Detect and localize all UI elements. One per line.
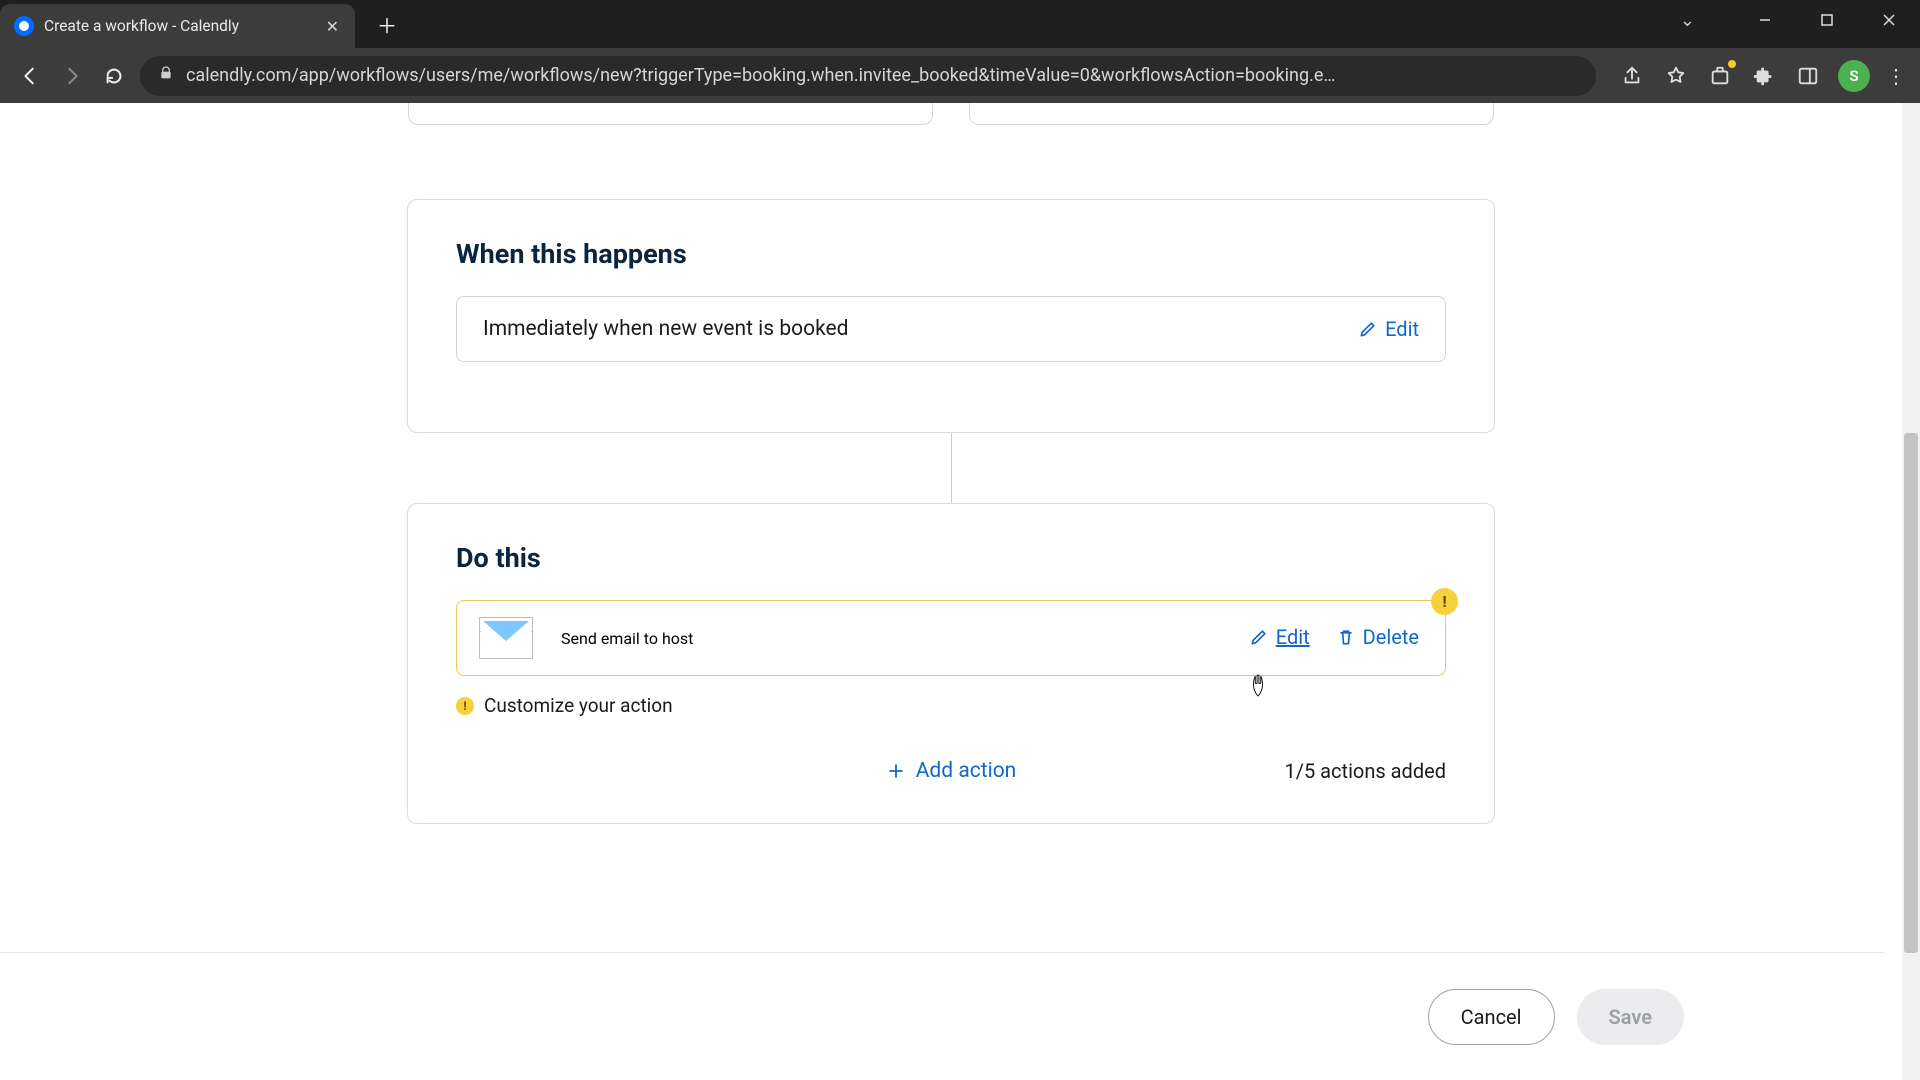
new-tab-button[interactable]: ＋	[369, 6, 405, 42]
close-tab-icon[interactable]: ✕	[322, 15, 343, 38]
window-maximize-button[interactable]	[1796, 0, 1858, 40]
save-button: Save	[1577, 989, 1684, 1045]
lock-icon	[158, 65, 174, 86]
action-delete-label: Delete	[1363, 625, 1419, 649]
scrollbar-thumb[interactable]	[1904, 433, 1918, 953]
save-label: Save	[1609, 1005, 1652, 1029]
browser-tab[interactable]: Create a workflow - Calendly ✕	[0, 4, 355, 48]
warning-dot-icon: !	[456, 697, 474, 715]
trigger-edit-label: Edit	[1385, 317, 1419, 341]
partial-card-right	[969, 103, 1494, 125]
window-controls	[1734, 0, 1920, 40]
connector-line	[951, 433, 952, 503]
action-item-label: Send email to host	[561, 629, 693, 648]
action-section-title: Do this	[456, 542, 1446, 574]
partial-card-left	[408, 103, 933, 125]
customize-row: ! Customize your action	[456, 694, 1446, 717]
pencil-icon	[1358, 319, 1378, 339]
browser-toolbar: calendly.com/app/workflows/users/me/work…	[0, 48, 1920, 103]
window-minimize-button[interactable]	[1734, 0, 1796, 40]
window-close-button[interactable]	[1858, 0, 1920, 40]
footer-bar: Cancel Save	[0, 952, 1884, 1080]
chrome-menu-icon[interactable]: ⋮	[1886, 64, 1906, 88]
add-action-row: Add action 1/5 actions added	[456, 759, 1446, 783]
action-delete-button[interactable]: Delete	[1336, 625, 1419, 649]
cancel-label: Cancel	[1461, 1005, 1522, 1029]
toolbar-right: S ⋮	[1618, 60, 1906, 92]
tab-title: Create a workflow - Calendly	[44, 17, 312, 35]
trigger-section-title: When this happens	[456, 238, 1446, 270]
browser-titlebar: Create a workflow - Calendly ✕ ＋ ⌄	[0, 0, 1920, 48]
tab-search-icon[interactable]: ⌄	[1680, 10, 1695, 31]
email-icon	[479, 617, 533, 659]
profile-avatar[interactable]: S	[1838, 60, 1870, 92]
action-card: Do this ! Send email to host Edit Delete	[407, 503, 1495, 824]
nav-forward-button[interactable]	[56, 60, 88, 92]
action-item-controls: Edit Delete	[1249, 625, 1419, 651]
cancel-button[interactable]: Cancel	[1428, 989, 1555, 1045]
action-item-box: ! Send email to host Edit Delete	[456, 600, 1446, 676]
actions-count-label: 1/5 actions added	[1284, 759, 1446, 783]
action-item-left: Send email to host	[479, 617, 693, 659]
trash-icon	[1336, 627, 1356, 647]
nav-back-button[interactable]	[14, 60, 46, 92]
calendly-favicon	[14, 16, 34, 36]
trigger-box: Immediately when new event is booked Edi…	[456, 296, 1446, 362]
trigger-description: Immediately when new event is booked	[483, 317, 849, 341]
nav-reload-button[interactable]	[98, 60, 130, 92]
share-icon[interactable]	[1618, 62, 1646, 90]
pencil-icon	[1249, 627, 1269, 647]
bookmark-star-icon[interactable]	[1662, 62, 1690, 90]
partial-cards-row	[0, 103, 1902, 125]
customize-label: Customize your action	[484, 694, 673, 717]
extensions-puzzle-icon[interactable]	[1750, 62, 1778, 90]
content-area: When this happens Immediately when new e…	[0, 103, 1902, 1080]
trigger-edit-button[interactable]: Edit	[1358, 317, 1419, 341]
extension-icon[interactable]	[1706, 62, 1734, 90]
address-text: calendly.com/app/workflows/users/me/work…	[186, 65, 1578, 86]
plus-icon	[886, 761, 906, 781]
page-viewport: When this happens Immediately when new e…	[0, 103, 1920, 1080]
add-action-button[interactable]: Add action	[886, 759, 1017, 783]
side-panel-icon[interactable]	[1794, 62, 1822, 90]
warning-badge-icon: !	[1431, 588, 1458, 615]
action-edit-button[interactable]: Edit	[1249, 625, 1310, 649]
action-edit-label: Edit	[1276, 625, 1310, 649]
vertical-scrollbar[interactable]	[1902, 103, 1920, 1080]
trigger-card: When this happens Immediately when new e…	[407, 199, 1495, 433]
add-action-label: Add action	[916, 759, 1017, 783]
address-bar[interactable]: calendly.com/app/workflows/users/me/work…	[140, 56, 1596, 96]
